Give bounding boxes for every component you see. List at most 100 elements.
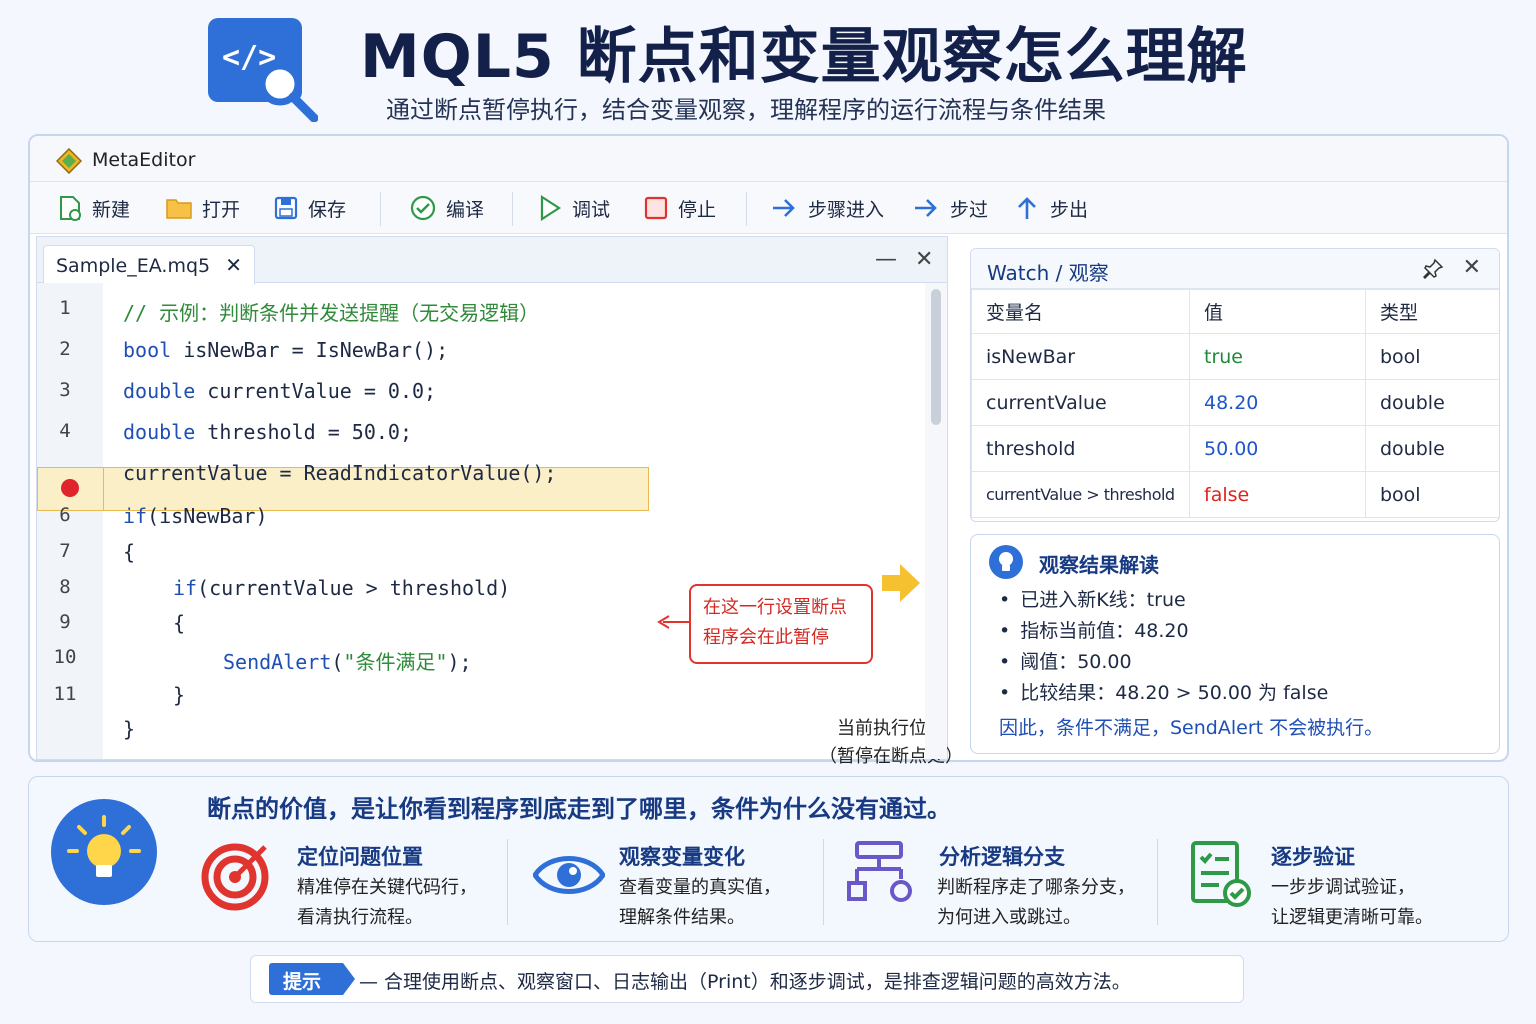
step-into-label: 步骤进入	[808, 198, 885, 221]
save-button[interactable]: 保存	[274, 192, 346, 224]
new-label: 新建	[92, 198, 131, 221]
toolbar-divider	[746, 192, 747, 226]
var-value: 50.00	[1189, 425, 1366, 472]
feature-title: 观察变量变化	[619, 845, 745, 869]
string-literal: "条件满足"	[343, 650, 448, 674]
pin-icon[interactable]	[1423, 259, 1443, 279]
feature-desc-line: 查看变量的真实值，	[619, 877, 781, 898]
column-header[interactable]: 值	[1189, 289, 1366, 334]
line-number: 9	[59, 611, 71, 633]
feature-divider	[507, 839, 508, 925]
list-item: 阈值：50.00	[999, 647, 1328, 678]
column-header[interactable]: 变量名	[971, 289, 1190, 334]
code-line-12: }	[123, 717, 136, 741]
table-row[interactable]: threshold 50.00 double	[971, 425, 1499, 472]
compile-label: 编译	[446, 198, 485, 221]
debug-button[interactable]: 调试	[538, 192, 610, 224]
lightbulb-icon	[989, 545, 1023, 579]
table-row[interactable]: currentValue > threshold false bool	[971, 471, 1499, 518]
feature-desc: 查看变量的真实值， 理解条件结果。	[619, 873, 781, 933]
editor-tabbar: Sample_EA.mq5 ✕ — ✕	[37, 237, 947, 285]
code-text-area[interactable]: // 示例：判断条件并发送提醒（无交易逻辑） bool isNewBar = I…	[103, 283, 963, 767]
metaeditor-icon	[56, 148, 82, 174]
watch-header: Watch / 观察 ✕	[971, 249, 1499, 289]
interpretation-conclusion: 因此，条件不满足，SendAlert 不会被执行。	[999, 717, 1384, 739]
open-label: 打开	[202, 198, 241, 221]
line-number: 10	[53, 646, 77, 668]
table-row[interactable]: currentValue 48.20 double	[971, 379, 1499, 426]
keyword: double	[123, 379, 196, 403]
save-label: 保存	[308, 198, 347, 221]
step-out-label: 步出	[1050, 198, 1089, 221]
feature-divider	[1157, 839, 1158, 925]
scrollbar-thumb[interactable]	[931, 289, 941, 425]
feature-desc: 精准停在关键代码行， 看清执行流程。	[297, 873, 477, 933]
line-gutter[interactable]: 1 2 3 4 6 7 8 9 10 11	[37, 283, 103, 759]
watch-table: 变量名 值 类型 isNewBar true bool currentValue…	[971, 289, 1499, 518]
checklist-icon	[1191, 841, 1251, 907]
var-type: bool	[1365, 471, 1499, 518]
folder-icon	[166, 199, 192, 219]
code-line-4: double threshold = 50.0;	[123, 420, 412, 444]
feature-desc-line: 一步步调试验证，	[1271, 877, 1415, 898]
feature-desc-line: 为何进入或跳过。	[937, 907, 1081, 928]
toolbar-divider	[512, 192, 513, 226]
table-row[interactable]: isNewBar true bool	[971, 333, 1499, 380]
minimize-pane-icon[interactable]: —	[875, 247, 897, 272]
step-over-icon	[915, 199, 937, 217]
play-icon	[540, 195, 562, 221]
file-tab[interactable]: Sample_EA.mq5 ✕	[43, 245, 255, 285]
code-line-8: if(currentValue > threshold)	[173, 576, 510, 600]
eye-icon	[533, 856, 605, 894]
close-pane-icon[interactable]: ✕	[915, 247, 933, 272]
line-number: 1	[59, 297, 71, 319]
column-header[interactable]: 类型	[1365, 289, 1499, 334]
window-titlebar: MetaEditor	[30, 136, 1507, 182]
code-text: (isNewBar)	[147, 504, 268, 528]
var-value: 48.20	[1189, 379, 1366, 426]
note-line: 在这一行设置断点	[703, 597, 847, 618]
var-value: true	[1189, 333, 1366, 380]
var-name: threshold	[971, 425, 1190, 472]
feature-divider	[823, 839, 824, 925]
stop-button[interactable]: 停止	[644, 192, 716, 224]
step-over-button[interactable]: 步过	[912, 192, 988, 224]
page-title: MQL5 断点和变量观察怎么理解	[360, 22, 1248, 92]
file-tab-label: Sample_EA.mq5	[56, 255, 211, 277]
close-tab-icon[interactable]: ✕	[225, 253, 242, 277]
line-number: 3	[59, 379, 71, 401]
feature-desc-line: 让逻辑更清晰可靠。	[1271, 907, 1433, 928]
target-icon	[201, 843, 269, 911]
interpretation-box: 观察结果解读 已进入新K线：true 指标当前值：48.20 阈值：50.00 …	[970, 534, 1500, 754]
check-circle-icon	[410, 195, 436, 221]
tip-bar: 提示 — 合理使用断点、观察窗口、日志输出（Print）和逐步调试，是排查逻辑问…	[250, 955, 1244, 1003]
code-text: );	[447, 650, 472, 674]
code-text: (currentValue > threshold)	[197, 576, 511, 600]
compile-button[interactable]: 编译	[410, 192, 484, 224]
step-out-button[interactable]: 步出	[1014, 192, 1088, 224]
step-into-button[interactable]: 步骤进入	[770, 192, 884, 224]
close-icon[interactable]: ✕	[1463, 255, 1481, 280]
line-number: 2	[59, 338, 71, 360]
keyword: double	[123, 420, 196, 444]
list-item: 指标当前值：48.20	[999, 616, 1328, 647]
breakpoint-icon[interactable]	[61, 479, 79, 497]
feature-desc-line: 精准停在关键代码行，	[297, 877, 477, 898]
note-arrow-icon	[657, 615, 689, 629]
open-button[interactable]: 打开	[166, 192, 240, 224]
debug-label: 调试	[572, 198, 611, 221]
line-number: 11	[53, 683, 77, 705]
feature-desc: 判断程序走了哪条分支， 为何进入或跳过。	[937, 873, 1135, 933]
code-line-2: bool isNewBar = IsNewBar();	[123, 338, 448, 362]
flowchart-icon	[847, 841, 912, 902]
execution-arrow-icon	[882, 564, 920, 602]
step-out-icon	[1018, 197, 1036, 219]
function-name: SendAlert	[223, 650, 332, 674]
metaeditor-window: MetaEditor 新建 打开 保存 编译 调试 停止 步骤进入 步过 步出 …	[28, 134, 1509, 767]
new-button[interactable]: 新建	[58, 192, 130, 224]
value-headline: 断点的价值，是让你看到程序到底走到了哪里，条件为什么没有通过。	[207, 795, 951, 823]
code-line-1: // 示例：判断条件并发送提醒（无交易逻辑）	[123, 301, 540, 325]
vertical-scrollbar[interactable]	[925, 283, 947, 759]
app-name: MetaEditor	[92, 149, 196, 171]
var-name: currentValue > threshold	[971, 471, 1190, 518]
